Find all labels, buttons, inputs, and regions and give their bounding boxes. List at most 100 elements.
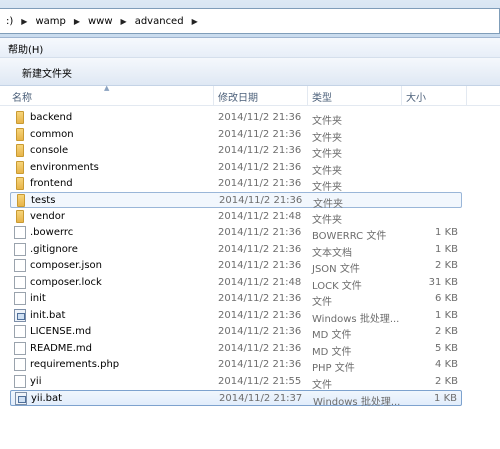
file-name: yii.bat	[31, 393, 63, 404]
column-divider[interactable]	[466, 86, 467, 106]
list-item[interactable]: backend 2014/11/2 21:36 文件夹	[10, 110, 462, 127]
file-type: Windows 批处理...	[313, 397, 401, 408]
list-item[interactable]: composer.json 2014/11/2 21:36 JSON 文件 2 …	[10, 258, 462, 275]
column-header-size[interactable]: 大小	[406, 89, 426, 104]
list-item[interactable]: frontend 2014/11/2 21:36 文件夹	[10, 176, 462, 193]
file-date: 2014/11/2 21:36	[218, 326, 302, 337]
file-type: 文件夹	[312, 116, 342, 127]
new-folder-button[interactable]: 新建文件夹	[22, 65, 72, 80]
file-name: composer.lock	[30, 277, 102, 288]
list-item[interactable]: vendor 2014/11/2 21:48 文件夹	[10, 209, 462, 226]
file-date: 2014/11/2 21:36	[218, 310, 302, 321]
sort-up-icon: ▲	[104, 84, 110, 92]
file-date: 2014/11/2 21:48	[218, 211, 302, 222]
column-divider[interactable]	[401, 86, 402, 106]
chevron-right-icon[interactable]: ▶	[187, 9, 203, 33]
file-name: composer.json	[30, 260, 103, 271]
file-size: 31 KB	[428, 277, 458, 288]
file-type: MD 文件	[312, 347, 352, 358]
file-icon	[14, 342, 26, 355]
file-type: 文本文档	[312, 248, 352, 259]
file-date: 2014/11/2 21:36	[218, 244, 302, 255]
file-name: LICENSE.md	[30, 326, 92, 337]
list-item[interactable]: yii 2014/11/2 21:55 文件 2 KB	[10, 374, 462, 391]
list-item[interactable]: composer.lock 2014/11/2 21:48 LOCK 文件 31…	[10, 275, 462, 292]
file-icon	[14, 292, 26, 305]
file-date: 2014/11/2 21:36	[218, 112, 302, 123]
breadcrumb-advanced[interactable]: advanced	[132, 9, 187, 33]
file-name: init.bat	[30, 310, 66, 321]
list-item[interactable]: .gitignore 2014/11/2 21:36 文本文档 1 KB	[10, 242, 462, 259]
file-name: .bowerrc	[30, 227, 74, 238]
toolbar: 新建文件夹	[0, 58, 500, 86]
file-date: 2014/11/2 21:36	[218, 227, 302, 238]
file-name: tests	[31, 195, 56, 206]
list-item[interactable]: tests 2014/11/2 21:36 文件夹	[10, 192, 462, 210]
list-item[interactable]: .bowerrc 2014/11/2 21:36 BOWERRC 文件 1 KB	[10, 225, 462, 242]
chevron-right-icon[interactable]: ▶	[16, 9, 32, 33]
file-type: 文件夹	[312, 133, 342, 144]
file-type: Windows 批处理...	[312, 314, 400, 325]
file-size: 1 KB	[434, 393, 457, 404]
file-type: PHP 文件	[312, 363, 355, 374]
file-icon	[14, 358, 26, 371]
file-icon	[14, 226, 26, 239]
file-date: 2014/11/2 21:36	[218, 129, 302, 140]
file-icon	[14, 259, 26, 272]
file-date: 2014/11/2 21:55	[218, 376, 302, 387]
file-date: 2014/11/2 21:36	[218, 162, 302, 173]
breadcrumb-drive[interactable]: :)	[3, 9, 16, 33]
file-date: 2014/11/2 21:36	[218, 359, 302, 370]
list-item[interactable]: init.bat 2014/11/2 21:36 Windows 批处理... …	[10, 308, 462, 325]
folder-icon	[17, 194, 25, 207]
file-name: requirements.php	[30, 359, 120, 370]
file-date: 2014/11/2 21:36	[218, 343, 302, 354]
file-type: 文件夹	[313, 199, 343, 210]
file-name: README.md	[30, 343, 93, 354]
file-type: 文件夹	[312, 149, 342, 160]
file-size: 1 KB	[435, 227, 458, 238]
file-type: LOCK 文件	[312, 281, 362, 292]
file-size: 4 KB	[435, 359, 458, 370]
list-item[interactable]: common 2014/11/2 21:36 文件夹	[10, 127, 462, 144]
folder-icon	[16, 144, 24, 157]
column-divider[interactable]	[213, 86, 214, 106]
menu-help[interactable]: 帮助(H)	[8, 41, 43, 56]
file-name: vendor	[30, 211, 65, 222]
file-date: 2014/11/2 21:36	[218, 260, 302, 271]
column-divider[interactable]	[307, 86, 308, 106]
address-bar[interactable]: :) ▶ wamp ▶ www ▶ advanced ▶	[0, 8, 500, 34]
list-item[interactable]: console 2014/11/2 21:36 文件夹	[10, 143, 462, 160]
address-bar-area: :) ▶ wamp ▶ www ▶ advanced ▶	[0, 0, 500, 38]
breadcrumb-www[interactable]: www	[85, 9, 116, 33]
file-type: 文件夹	[312, 215, 342, 226]
list-item[interactable]: requirements.php 2014/11/2 21:36 PHP 文件 …	[10, 357, 462, 374]
bat-file-icon	[14, 309, 26, 322]
file-type: BOWERRC 文件	[312, 231, 387, 242]
list-item[interactable]: environments 2014/11/2 21:36 文件夹	[10, 160, 462, 177]
breadcrumb-wamp[interactable]: wamp	[32, 9, 68, 33]
file-name: backend	[30, 112, 73, 123]
file-date: 2014/11/2 21:37	[219, 393, 303, 404]
chevron-right-icon[interactable]: ▶	[116, 9, 132, 33]
column-header-date[interactable]: 修改日期	[218, 89, 258, 104]
chevron-right-icon[interactable]: ▶	[69, 9, 85, 33]
file-icon	[14, 325, 26, 338]
list-item[interactable]: yii.bat 2014/11/2 21:37 Windows 批处理... 1…	[10, 390, 462, 408]
file-size: 2 KB	[435, 260, 458, 271]
file-date: 2014/11/2 21:36	[218, 293, 302, 304]
column-header-type[interactable]: 类型	[312, 89, 332, 104]
file-icon	[14, 276, 26, 289]
folder-icon	[16, 210, 24, 223]
file-type: 文件夹	[312, 166, 342, 177]
list-item[interactable]: LICENSE.md 2014/11/2 21:36 MD 文件 2 KB	[10, 324, 462, 341]
file-type: 文件夹	[312, 182, 342, 193]
file-name: console	[30, 145, 69, 156]
column-header-name[interactable]: 名称	[12, 89, 32, 104]
folder-icon	[16, 128, 24, 141]
file-type: 文件	[312, 380, 332, 391]
folder-icon	[16, 161, 24, 174]
list-item[interactable]: README.md 2014/11/2 21:36 MD 文件 5 KB	[10, 341, 462, 358]
file-size: 1 KB	[435, 244, 458, 255]
list-item[interactable]: init 2014/11/2 21:36 文件 6 KB	[10, 291, 462, 308]
